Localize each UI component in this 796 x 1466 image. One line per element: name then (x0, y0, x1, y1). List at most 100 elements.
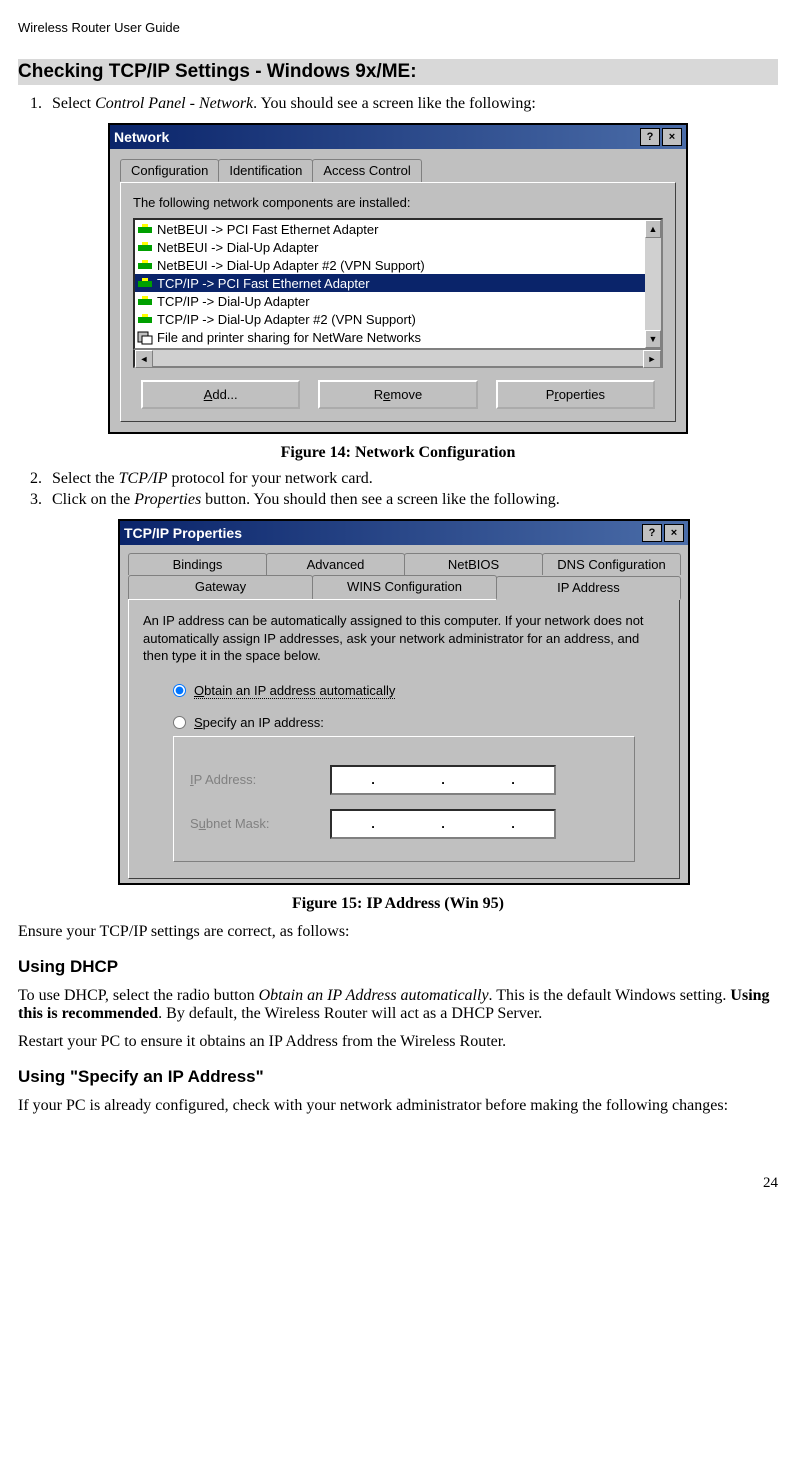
list-item[interactable]: NetBEUI -> PCI Fast Ethernet Adapter (135, 220, 645, 238)
tab-configuration[interactable]: Configuration (120, 159, 219, 182)
network-tabs: Configuration Identification Access Cont… (120, 159, 676, 182)
tab-access-control[interactable]: Access Control (312, 159, 421, 182)
step2-pre: Select the (52, 470, 119, 487)
list-text: NetBEUI -> Dial-Up Adapter #2 (VPN Suppo… (157, 258, 425, 273)
service-icon (137, 329, 153, 345)
using-dhcp-heading: Using DHCP (18, 957, 778, 977)
step3-em: Properties (134, 491, 201, 508)
step3-pre: Click on the (52, 491, 134, 508)
list-item[interactable]: NetBEUI -> Dial-Up Adapter #2 (VPN Suppo… (135, 256, 645, 274)
step1-pre: Select (52, 95, 95, 112)
radio-specify-input[interactable] (173, 716, 186, 729)
list-text: NetBEUI -> PCI Fast Ethernet Adapter (157, 222, 378, 237)
tcpip-titlebar: TCP/IP Properties ? × (120, 521, 688, 545)
tab-gateway[interactable]: Gateway (128, 575, 313, 599)
add-button[interactable]: Add... (141, 380, 300, 409)
vertical-scrollbar[interactable]: ▲ ▼ (645, 220, 661, 348)
remove-button[interactable]: Remove (318, 380, 477, 409)
list-text: NetBEUI -> Dial-Up Adapter (157, 240, 318, 255)
step-2: Select the TCP/IP protocol for your netw… (46, 470, 778, 488)
list-item-selected[interactable]: TCP/IP -> PCI Fast Ethernet Adapter (135, 274, 645, 292)
scroll-track (153, 350, 643, 366)
scroll-left-icon[interactable]: ◄ (135, 350, 153, 368)
network-tab-content: The following network components are ins… (120, 182, 676, 422)
tcpip-body: Bindings Advanced NetBIOS DNS Configurat… (120, 545, 688, 883)
ip-address-label: IP Address: (190, 772, 310, 787)
help-icon[interactable]: ? (642, 524, 662, 542)
radio-obtain-auto[interactable]: Obtain an IP address automatically (173, 683, 665, 699)
network-title: Network (114, 129, 169, 145)
radio-auto-label: Obtain an IP address automatically (194, 683, 395, 699)
protocol-icon (137, 221, 153, 237)
components-label: The following network components are ins… (133, 195, 663, 210)
list-text: File and printer sharing for NetWare Net… (157, 330, 421, 345)
scroll-right-icon[interactable]: ► (643, 350, 661, 368)
ensure-text: Ensure your TCP/IP settings are correct,… (18, 923, 778, 941)
network-titlebar: Network ? × (110, 125, 686, 149)
list-item[interactable]: TCP/IP -> Dial-Up Adapter #2 (VPN Suppor… (135, 310, 645, 328)
tcpip-content: An IP address can be automatically assig… (128, 599, 680, 879)
figure-15-caption: Figure 15: IP Address (Win 95) (18, 895, 778, 913)
ip-address-field[interactable]: ... (330, 765, 556, 795)
tcpip-title: TCP/IP Properties (124, 525, 242, 541)
help-icon[interactable]: ? (640, 128, 660, 146)
scroll-up-icon[interactable]: ▲ (645, 220, 661, 238)
button-row: Add... Remove Properties (133, 380, 663, 409)
tab-identification[interactable]: Identification (218, 159, 313, 182)
add-rest: dd... (212, 387, 237, 402)
tab-wins[interactable]: WINS Configuration (312, 575, 497, 599)
remove-rest: move (390, 387, 422, 402)
ip-address-row: IP Address: ... (190, 765, 618, 795)
tab-netbios[interactable]: NetBIOS (404, 553, 543, 575)
network-dialog: Network ? × Configuration Identification… (108, 123, 688, 434)
close-icon[interactable]: × (664, 524, 684, 542)
horizontal-scrollbar[interactable]: ◄ ► (133, 350, 663, 368)
radio-auto-input[interactable] (173, 684, 186, 697)
radio-specify-label: Specify an IP address: (194, 715, 324, 730)
dhcp-restart: Restart your PC to ensure it obtains an … (18, 1033, 778, 1051)
subnet-mask-row: Subnet Mask: ... (190, 809, 618, 839)
tab-bindings[interactable]: Bindings (128, 553, 267, 575)
radio-specify[interactable]: Specify an IP address: (173, 715, 665, 730)
tcpip-tabs: Bindings Advanced NetBIOS DNS Configurat… (128, 553, 680, 599)
properties-button[interactable]: Properties (496, 380, 655, 409)
tab-advanced[interactable]: Advanced (266, 553, 405, 575)
list-item[interactable]: File and printer sharing for NetWare Net… (135, 328, 645, 346)
components-listbox[interactable]: NetBEUI -> PCI Fast Ethernet Adapter Net… (133, 218, 663, 350)
dhcp-paragraph: To use DHCP, select the radio button Obt… (18, 987, 778, 1023)
page-number: 24 (18, 1175, 778, 1192)
step-1: Select Control Panel - Network. You shou… (46, 95, 778, 113)
figure-14-caption: Figure 14: Network Configuration (18, 444, 778, 462)
list-text: TCP/IP -> Dial-Up Adapter (157, 294, 310, 309)
ip-description: An IP address can be automatically assig… (143, 612, 665, 665)
network-body: Configuration Identification Access Cont… (110, 149, 686, 432)
list-item[interactable]: TCP/IP -> Dial-Up Adapter (135, 292, 645, 310)
dhcp-pre: To use DHCP, select the radio button (18, 987, 259, 1004)
ip-fieldset: IP Address: ... Subnet Mask: ... (173, 736, 635, 862)
step1-post: . You should see a screen like the follo… (253, 95, 536, 112)
scroll-down-icon[interactable]: ▼ (645, 330, 661, 348)
section-heading: Checking TCP/IP Settings - Windows 9x/ME… (18, 59, 778, 85)
props-rest: operties (559, 387, 605, 402)
step1-em: Control Panel - Network (95, 95, 253, 112)
page-header: Wireless Router User Guide (18, 20, 778, 35)
dhcp-post: . By default, the Wireless Router will a… (158, 1005, 542, 1022)
dhcp-mid: . This is the default Windows setting. (489, 987, 731, 1004)
protocol-icon (137, 239, 153, 255)
subnet-mask-label: Subnet Mask: (190, 816, 310, 831)
list-item[interactable]: NetBEUI -> Dial-Up Adapter (135, 238, 645, 256)
close-icon[interactable]: × (662, 128, 682, 146)
tcpip-dialog: TCP/IP Properties ? × Bindings Advanced … (118, 519, 690, 885)
tab-dns[interactable]: DNS Configuration (542, 553, 681, 575)
list-text: TCP/IP -> PCI Fast Ethernet Adapter (157, 276, 370, 291)
step2-em: TCP/IP (119, 470, 168, 487)
protocol-icon (137, 257, 153, 273)
list-text: TCP/IP -> Dial-Up Adapter #2 (VPN Suppor… (157, 312, 416, 327)
dhcp-em: Obtain an IP Address automatically (259, 987, 489, 1004)
specify-heading: Using "Specify an IP Address" (18, 1067, 778, 1087)
titlebar-buttons: ? × (642, 524, 684, 542)
protocol-icon (137, 293, 153, 309)
step-3: Click on the Properties button. You shou… (46, 491, 778, 509)
tab-ip-address[interactable]: IP Address (496, 576, 681, 600)
subnet-mask-field[interactable]: ... (330, 809, 556, 839)
